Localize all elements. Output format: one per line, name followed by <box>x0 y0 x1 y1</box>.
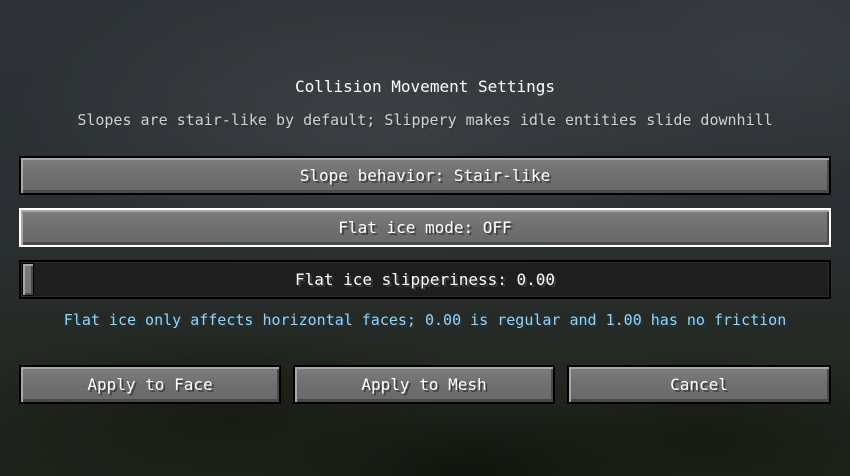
flat-ice-mode-button[interactable]: Flat ice mode: OFF <box>19 208 831 247</box>
flat-ice-slipperiness-slider[interactable]: Flat ice slipperiness: 0.00 <box>19 260 831 299</box>
cancel-label: Cancel <box>670 375 728 394</box>
slope-behavior-button[interactable]: Slope behavior: Stair-like <box>19 156 831 195</box>
flat-ice-hint: Flat ice only affects horizontal faces; … <box>63 311 787 329</box>
screen-title: Collision Movement Settings <box>294 77 556 96</box>
flat-ice-mode-label: Flat ice mode: OFF <box>338 218 512 237</box>
apply-to-mesh-label: Apply to Mesh <box>361 375 487 394</box>
apply-to-face-label: Apply to Face <box>87 375 213 394</box>
screen-subtitle: Slopes are stair-like by default; Slippe… <box>77 111 773 129</box>
cancel-button[interactable]: Cancel <box>567 365 831 404</box>
slope-behavior-label: Slope behavior: Stair-like <box>299 166 551 185</box>
apply-to-mesh-button[interactable]: Apply to Mesh <box>293 365 555 404</box>
flat-ice-slipperiness-label: Flat ice slipperiness: 0.00 <box>294 270 556 289</box>
apply-to-face-button[interactable]: Apply to Face <box>19 365 281 404</box>
